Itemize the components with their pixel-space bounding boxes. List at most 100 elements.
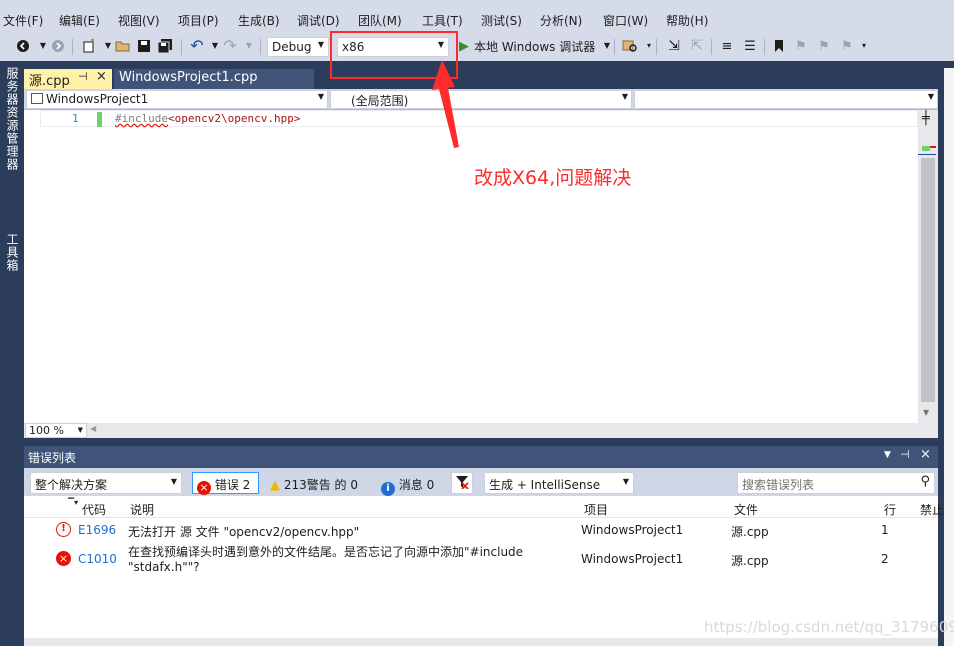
column-suppress[interactable]: 禁止 (920, 501, 944, 518)
error-line: 1 (881, 523, 889, 537)
menu-window[interactable]: 窗口(W) (603, 12, 648, 29)
column-code[interactable]: 代码 (82, 501, 106, 518)
redo-icon[interactable]: ↷ (222, 38, 238, 54)
start-debugger-button[interactable]: 本地 Windows 调试器 (474, 38, 595, 55)
menu-project[interactable]: 项目(P) (178, 12, 219, 29)
error-marker-map (930, 146, 936, 148)
close-icon[interactable]: × (96, 69, 107, 84)
chevron-down-icon[interactable]: ▼ (884, 450, 891, 460)
error-icon: × (56, 551, 71, 566)
member-dropdown[interactable]: ▼ (634, 90, 938, 109)
pin-icon[interactable]: ⊣ (78, 70, 88, 83)
left-tool-strip: 服务器资源管理器 工具箱 (0, 61, 24, 646)
uncomment-icon[interactable]: ☰ (742, 38, 758, 54)
project-icon (31, 93, 43, 104)
scrollbar-thumb[interactable] (921, 158, 935, 402)
pin-icon[interactable]: ⊣ (900, 448, 910, 461)
annotation-arrow (432, 60, 459, 148)
title-strip (0, 0, 954, 9)
undo-icon[interactable]: ↶ (189, 38, 205, 54)
server-explorer-tab[interactable]: 服务器资源管理器 (4, 67, 21, 171)
messages-filter-toggle[interactable]: i 消息 0 (376, 472, 443, 496)
menu-edit[interactable]: 编辑(E) (59, 12, 100, 29)
comment-icon[interactable]: ≡ (719, 38, 735, 54)
chevron-down-icon[interactable]: ▼ (241, 38, 257, 54)
step-into-icon[interactable]: ⇲ (666, 38, 682, 54)
menu-file[interactable]: 文件(F) (3, 12, 43, 29)
toolbar-separator (260, 39, 261, 55)
start-debugging-icon[interactable]: ▶ (456, 38, 472, 54)
column-file[interactable]: 文件 (734, 501, 758, 518)
configuration-dropdown[interactable]: Debug ▼ (267, 37, 329, 57)
bookmark-icon[interactable] (771, 38, 787, 54)
editor-horizontal-scrollbar[interactable]: 100 % ▼ ◀ (24, 423, 938, 438)
save-icon[interactable] (136, 38, 152, 54)
menu-analyze[interactable]: 分析(N) (540, 12, 582, 29)
open-folder-icon[interactable] (115, 38, 131, 54)
chevron-down-icon[interactable]: ▼ (599, 38, 615, 54)
chevron-down-icon: ▼ (170, 477, 177, 486)
error-list-title-bar: 错误列表 ▼ ⊣ × (24, 446, 938, 468)
next-bookmark-icon[interactable]: ⚑ (816, 38, 832, 54)
zoom-value: 100 % (29, 424, 64, 437)
search-error-list-input[interactable]: 搜索错误列表 ⚲ (737, 472, 935, 494)
code-line-1[interactable]: #include<opencv2\opencv.hpp> (115, 112, 300, 125)
menu-team[interactable]: 团队(M) (358, 12, 402, 29)
error-code-link[interactable]: C1010 (78, 552, 117, 566)
find-in-files-icon[interactable] (622, 38, 638, 54)
filter-errors-button[interactable] (451, 472, 473, 494)
warning-icon: ▲ (270, 478, 280, 493)
table-row[interactable]: ! E1696 无法打开 源 文件 "opencv2/opencv.hpp" W… (24, 520, 938, 540)
column-project[interactable]: 项目 (584, 501, 608, 518)
project-dropdown[interactable]: WindowsProject1 ▼ (26, 90, 328, 109)
column-line[interactable]: 行 (884, 501, 896, 518)
build-filter-dropdown[interactable]: 生成 + IntelliSense ▼ (484, 472, 634, 494)
code-editor[interactable]: 1 #include<opencv2\opencv.hpp> (24, 110, 918, 423)
error-icon: × (197, 481, 211, 495)
menu-view[interactable]: 视图(V) (118, 12, 160, 29)
info-icon: i (381, 482, 395, 496)
chevron-down-icon[interactable]: ▼ (207, 38, 223, 54)
scope-dropdown[interactable]: (全局范围) ▼ (330, 90, 632, 109)
menu-tools[interactable]: 工具(T) (422, 12, 463, 29)
chevron-down-icon: ▼ (317, 40, 324, 49)
error-list-horizontal-scrollbar[interactable] (24, 638, 938, 646)
tab-windowsproject1-cpp[interactable]: WindowsProject1.cpp (114, 69, 314, 89)
toolbar-overflow-icon[interactable]: ▾ (641, 38, 657, 54)
table-row[interactable]: × C1010 在查找预编译头时遇到意外的文件结尾。是否忘记了向源中添加"#in… (24, 542, 938, 576)
menu-help[interactable]: 帮助(H) (666, 12, 708, 29)
errors-filter-toggle[interactable]: × 错误 2 (192, 472, 259, 495)
toolbar-overflow-icon[interactable]: ▾ (856, 38, 872, 54)
warnings-filter-toggle[interactable]: ▲ 213警告 的 0 (265, 472, 368, 494)
warnings-filter-label: 213警告 的 0 (283, 478, 358, 492)
annotation-text: 改成X64,问题解决 (474, 167, 632, 189)
step-out-icon[interactable]: ⇱ (689, 38, 705, 54)
chevron-down-icon[interactable]: ▼ (35, 38, 51, 54)
chevron-down-icon[interactable]: ▼ (100, 38, 116, 54)
split-icon[interactable]: ╪ (922, 111, 930, 126)
toolbox-tab[interactable]: 工具箱 (4, 233, 21, 272)
tab-source-cpp[interactable]: 源.cpp ⊣ × (24, 69, 112, 89)
menu-test[interactable]: 测试(S) (481, 12, 522, 29)
chevron-down-icon: ▼ (77, 426, 83, 434)
menu-build[interactable]: 生成(B) (238, 12, 280, 29)
zoom-dropdown[interactable]: 100 % ▼ (25, 423, 87, 438)
clear-bookmarks-icon[interactable]: ⚑ (839, 38, 855, 54)
scope-filter-dropdown[interactable]: 整个解决方案 ▼ (30, 472, 182, 494)
editor-vertical-scrollbar[interactable]: ╪ ▼ (918, 110, 938, 423)
column-description[interactable]: 说明 (130, 501, 154, 518)
back-icon[interactable] (15, 38, 31, 54)
scope-filter-value: 整个解决方案 (35, 478, 108, 492)
error-code-link[interactable]: E1696 (78, 523, 116, 537)
prev-bookmark-icon[interactable]: ⚑ (793, 38, 809, 54)
menu-debug[interactable]: 调试(D) (297, 12, 340, 29)
scroll-down-icon[interactable]: ▼ (923, 408, 929, 417)
include-directive: #include (115, 112, 168, 125)
build-filter-value: 生成 + IntelliSense (489, 478, 601, 492)
close-icon[interactable]: × (920, 447, 931, 462)
error-description: 在查找预编译头时遇到意外的文件结尾。是否忘记了向源中添加"#include (128, 545, 524, 559)
new-project-icon[interactable] (81, 38, 97, 54)
save-all-icon[interactable] (157, 38, 173, 54)
scroll-left-icon[interactable]: ◀ (90, 424, 96, 433)
forward-icon[interactable] (50, 38, 66, 54)
